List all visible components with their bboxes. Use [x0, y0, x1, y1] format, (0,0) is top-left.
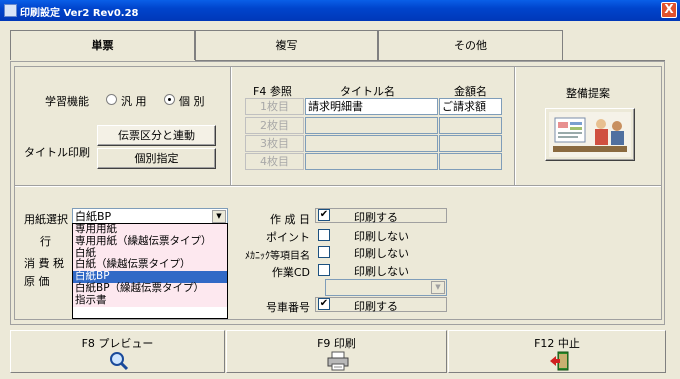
paper-dropdown-list: 専用用紙 専用用紙（繰越伝票タイプ） 白紙 白紙（繰越伝票タイプ） 白紙BP 白…: [72, 223, 228, 319]
row-button-3[interactable]: 3枚目: [245, 135, 304, 152]
checkbox-mechanic[interactable]: [318, 246, 330, 258]
divider: [230, 67, 232, 185]
title-cell-2[interactable]: [305, 117, 438, 134]
header-amount: 金額名: [454, 85, 487, 98]
row-button-1[interactable]: 1枚目: [245, 98, 304, 115]
header-title: タイトル名: [340, 85, 395, 98]
suggestion-icon: [549, 112, 631, 157]
radio-general-label: 汎 用: [121, 95, 147, 108]
checkbox-workcd[interactable]: [318, 264, 330, 276]
plate-value: 印刷する: [354, 300, 398, 313]
amount-cell-3[interactable]: [439, 135, 502, 152]
option-value-workcd: 印刷しない: [354, 265, 409, 278]
header-ref: F4 参照: [253, 85, 292, 98]
paper-selected: 白紙BP: [75, 210, 112, 223]
cost-label: 原 価: [24, 275, 50, 288]
paper-option[interactable]: 指示書: [73, 294, 227, 307]
radio-individual-label: 個 別: [179, 95, 205, 108]
row-button-4[interactable]: 4枚目: [245, 153, 304, 170]
printer-icon: [327, 351, 349, 371]
option-label-mechanic: ﾒｶﾆｯｸ等項目名: [245, 251, 310, 262]
radio-general[interactable]: [106, 94, 117, 105]
magnifier-icon: [110, 352, 129, 371]
title-cell-4[interactable]: [305, 153, 438, 170]
title-cell-1[interactable]: 請求明細書: [305, 98, 438, 115]
chevron-down-icon[interactable]: ▼: [212, 210, 226, 223]
amount-cell-1[interactable]: ご請求額: [439, 98, 502, 115]
amount-cell-2[interactable]: [439, 117, 502, 134]
option-label-point: ポイント: [266, 231, 310, 244]
learning-label: 学習機能: [45, 95, 89, 108]
divider: [15, 185, 661, 187]
linked-button[interactable]: 伝票区分と連動: [97, 125, 216, 146]
option-label-workcd: 作業CD: [271, 266, 310, 279]
option-value-date: 印刷する: [354, 211, 398, 224]
preview-label: F8 プレビュー: [81, 337, 154, 350]
title-bar: 印刷設定 Ver2 Rev0.28 X: [0, 0, 680, 21]
close-button[interactable]: X: [661, 2, 677, 18]
suggestion-button[interactable]: [545, 108, 635, 161]
row-button-2[interactable]: 2枚目: [245, 117, 304, 134]
tax-label: 消 費 税: [24, 257, 64, 270]
paper-option[interactable]: 白紙BP（繰越伝票タイプ）: [73, 282, 227, 295]
option-value-point: 印刷しない: [354, 230, 409, 243]
radio-individual[interactable]: [164, 94, 175, 105]
checkbox-date[interactable]: ✔: [318, 209, 330, 221]
amount-cell-4[interactable]: [439, 153, 502, 170]
option-value-mechanic: 印刷しない: [354, 247, 409, 260]
workcd-select[interactable]: ▼: [325, 279, 447, 296]
print-label: F9 印刷: [317, 337, 356, 350]
tab-single[interactable]: 単票: [10, 30, 195, 60]
window-title: 印刷設定 Ver2 Rev0.28: [20, 8, 139, 19]
suggestion-label: 整備提案: [566, 87, 610, 100]
plate-label: 号車番号: [266, 301, 310, 314]
tab-other[interactable]: その他: [378, 30, 563, 60]
option-label-date: 作 成 日: [270, 213, 310, 226]
checkbox-point[interactable]: [318, 229, 330, 241]
exit-door-icon: [550, 351, 569, 371]
divider: [514, 67, 516, 185]
preview-button[interactable]: F8 プレビュー: [10, 330, 225, 373]
tab-copy[interactable]: 複写: [195, 30, 378, 60]
paper-label: 用紙選択: [24, 213, 68, 226]
chevron-down-icon[interactable]: ▼: [431, 281, 445, 294]
individual-button[interactable]: 個別指定: [97, 148, 216, 169]
row-label: 行: [40, 235, 51, 248]
checkbox-plate[interactable]: ✔: [318, 298, 330, 310]
cancel-label: F12 中止: [534, 337, 580, 350]
title-print-label: タイトル印刷: [24, 146, 90, 159]
app-icon: [4, 4, 17, 17]
paper-option[interactable]: 専用用紙（繰越伝票タイプ）: [73, 235, 227, 248]
title-cell-3[interactable]: [305, 135, 438, 152]
print-button[interactable]: F9 印刷: [226, 330, 447, 373]
cancel-button[interactable]: F12 中止: [448, 330, 666, 373]
